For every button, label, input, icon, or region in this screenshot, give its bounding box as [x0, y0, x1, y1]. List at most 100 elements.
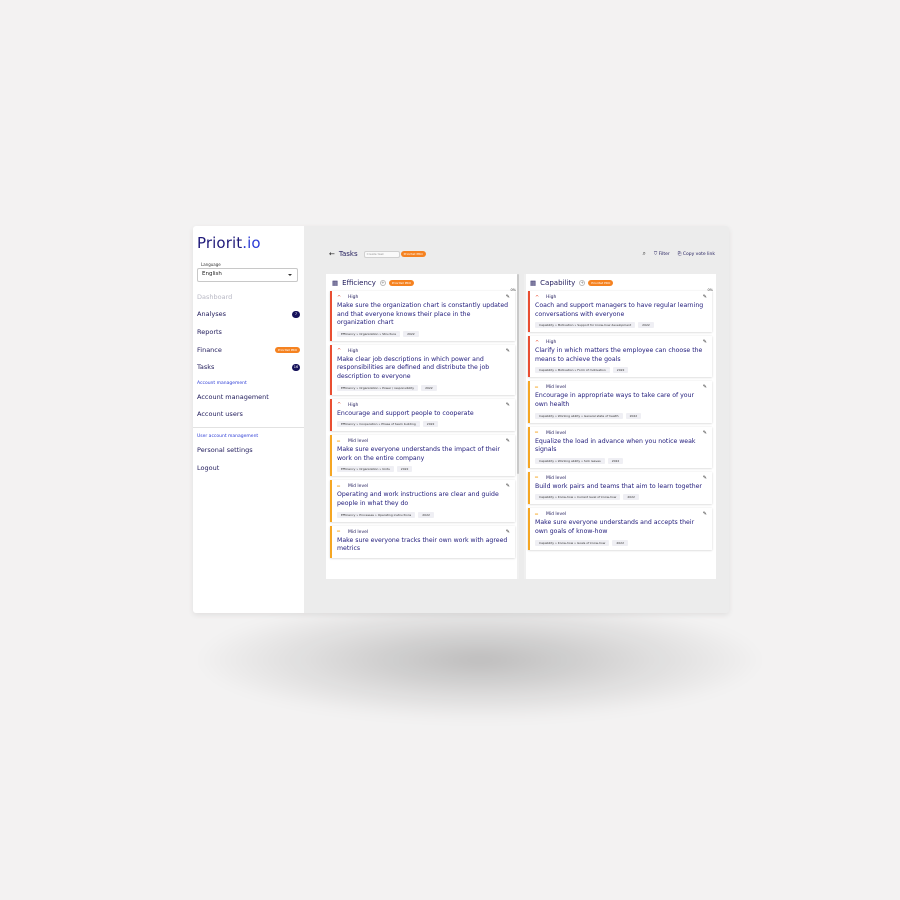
- year-tag: 2022: [623, 494, 639, 501]
- task-card[interactable]: ^ High ✎ Clarify in which matters the emp…: [528, 336, 712, 378]
- chevron-up-icon: ^: [337, 402, 342, 409]
- year-tag: 2022: [422, 421, 439, 428]
- pencil-icon[interactable]: ✎: [703, 430, 707, 436]
- chevron-up-icon: ^: [337, 294, 342, 301]
- sidebar-item-dashboard[interactable]: Dashboard: [197, 288, 300, 306]
- equals-icon: ═: [535, 475, 539, 482]
- chevron-up-icon: ^: [535, 294, 540, 301]
- pencil-icon[interactable]: ✎: [703, 511, 707, 517]
- priority-label: ═ Mid level: [337, 438, 369, 445]
- category-tag: Efficiency » Cooperation » Phase of team…: [337, 421, 420, 428]
- divider: [193, 427, 304, 429]
- year-tag: 2022: [421, 384, 437, 391]
- pencil-icon[interactable]: ✎: [703, 384, 707, 390]
- task-card[interactable]: ^ High ✎ Encourage and support people to …: [330, 398, 515, 432]
- task-card[interactable]: ═ Mid level ✎ Operating and work instruct…: [330, 480, 515, 522]
- year-tag: 2022: [612, 367, 629, 374]
- copy-vote-link-button[interactable]: ⎘ Copy vote link: [678, 251, 715, 257]
- search-icon[interactable]: ⌕: [642, 250, 645, 258]
- app-window: Priorit.io Language English Dashboard An…: [193, 226, 729, 613]
- language-select[interactable]: English: [197, 268, 298, 282]
- task-title: Clarify in which matters the employee ca…: [535, 347, 703, 363]
- column-capability: ▦ Capability + Prioritet PRO 0% ^ High ✎ …: [524, 274, 716, 579]
- category-tag: Capability » Motivation » Support for kn…: [535, 322, 636, 329]
- section-label-user: User account management: [197, 434, 259, 440]
- priority-label: ^ High: [337, 294, 359, 301]
- pencil-icon[interactable]: ✎: [506, 529, 510, 535]
- sidebar-item-personal-settings[interactable]: Personal settings: [197, 441, 300, 459]
- filter-button[interactable]: ⛉ Filter: [654, 251, 670, 257]
- task-card[interactable]: ═ Mid level ✎ Make sure everyone tracks t…: [330, 525, 515, 558]
- pencil-icon[interactable]: ✎: [703, 294, 707, 300]
- sidebar-item-account-users[interactable]: Account users: [197, 406, 300, 424]
- priority-label: ═ Mid level: [535, 384, 567, 391]
- sidebar-nav: Dashboard Analyses 7 Reports Finance Prior…: [193, 288, 304, 477]
- pencil-icon[interactable]: ✎: [506, 294, 510, 300]
- pencil-icon[interactable]: ✎: [506, 483, 510, 489]
- scrollbar[interactable]: [524, 274, 526, 579]
- priority-label: ^ High: [337, 348, 359, 355]
- task-title: Operating and work instructions are clea…: [337, 491, 499, 507]
- add-task-button[interactable]: +: [579, 279, 586, 286]
- pro-badge: Prioritet PRO: [274, 346, 300, 353]
- category-tag: Capability » Working ability » General s…: [535, 412, 623, 419]
- calendar-icon: ▦: [332, 278, 339, 287]
- page-title: Tasks: [338, 250, 358, 258]
- task-card[interactable]: ═ Mid level ✎ Equalize the load in advanc…: [528, 426, 712, 468]
- task-card[interactable]: ═ Mid level ✎ Make sure everyone understa…: [528, 508, 712, 550]
- create-task-pro-badge: Prioritet PRO: [400, 251, 426, 257]
- sidebar-item-account-management[interactable]: Account management: [197, 388, 300, 406]
- priority-label: ^ High: [535, 294, 557, 301]
- category-tag: Capability » Motivation » Form of motiva…: [535, 367, 610, 374]
- priority-label: ═ Mid level: [535, 475, 567, 482]
- task-title: Encourage in appropriate ways to take ca…: [535, 392, 695, 408]
- column-header: ▦ Efficiency + Prioritet PRO: [326, 274, 519, 291]
- analyses-count-badge: 7: [292, 310, 300, 318]
- task-card[interactable]: ═ Mid level ✎ Make sure everyone understa…: [330, 435, 515, 477]
- pencil-icon[interactable]: ✎: [506, 348, 510, 354]
- task-card[interactable]: ═ Mid level ✎ Build work pairs and teams …: [528, 471, 712, 505]
- column-title: Capability: [540, 278, 576, 287]
- task-title: Coach and support managers to have regul…: [535, 302, 704, 318]
- chevron-down-icon: [288, 274, 292, 276]
- year-tag: 2022: [612, 539, 628, 546]
- pencil-icon[interactable]: ✎: [703, 339, 707, 345]
- priority-label: ═ Mid level: [535, 511, 567, 518]
- equals-icon: ═: [535, 430, 539, 437]
- task-card[interactable]: ═ Mid level ✎ Encourage in appropriate wa…: [528, 381, 712, 423]
- add-task-button[interactable]: +: [379, 279, 386, 286]
- scrollbar[interactable]: [517, 274, 519, 579]
- sidebar-item-reports[interactable]: Reports: [197, 323, 300, 341]
- tasks-count-badge: 16: [292, 363, 300, 371]
- equals-icon: ═: [337, 483, 341, 490]
- sidebar-item-logout[interactable]: Logout: [197, 459, 300, 477]
- task-card[interactable]: ^ High ✎ Coach and support managers to ha…: [528, 291, 712, 333]
- task-card[interactable]: ^ High ✎ Make sure the organization chart…: [330, 291, 515, 341]
- sidebar-item-tasks[interactable]: Tasks 16: [197, 358, 300, 376]
- category-tag: Efficiency » Processes » Operating instr…: [337, 511, 416, 518]
- calendar-icon: ▦: [530, 278, 537, 287]
- create-task-input[interactable]: Create task: [363, 250, 400, 258]
- back-arrow-icon[interactable]: ←: [329, 250, 335, 258]
- pencil-icon[interactable]: ✎: [506, 402, 510, 408]
- chevron-up-icon: ^: [535, 339, 540, 346]
- task-card[interactable]: ^ High ✎ Make clear job descriptions in w…: [330, 344, 515, 395]
- sidebar-item-finance[interactable]: Finance Prioritet PRO: [197, 341, 300, 359]
- chevron-up-icon: ^: [337, 348, 342, 355]
- category-tag: Capability » Know-how » Current level of…: [535, 494, 621, 501]
- year-tag: 2022: [607, 457, 624, 464]
- task-title: Make clear job descriptions in which pow…: [337, 355, 490, 380]
- pencil-icon[interactable]: ✎: [506, 438, 510, 444]
- column-efficiency: ▦ Efficiency + Prioritet PRO 0% ^ High ✎ …: [326, 274, 519, 579]
- task-title: Make sure everyone understands the impac…: [337, 446, 500, 462]
- year-tag: 2022: [403, 330, 419, 337]
- year-tag: 2022: [625, 412, 642, 419]
- equals-icon: ═: [337, 529, 341, 536]
- sidebar-item-analyses[interactable]: Analyses 7: [197, 306, 300, 324]
- logo[interactable]: Priorit.io: [197, 234, 261, 252]
- category-tag: Efficiency » Organization » Structure: [337, 330, 401, 337]
- card-list: ^ High ✎ Make sure the organization chart…: [326, 291, 519, 558]
- pencil-icon[interactable]: ✎: [703, 475, 707, 481]
- topbar: ← Tasks Create task Prioritet PRO ⌕ ⛉ Fi…: [329, 248, 715, 260]
- priority-label: ^ High: [535, 339, 557, 346]
